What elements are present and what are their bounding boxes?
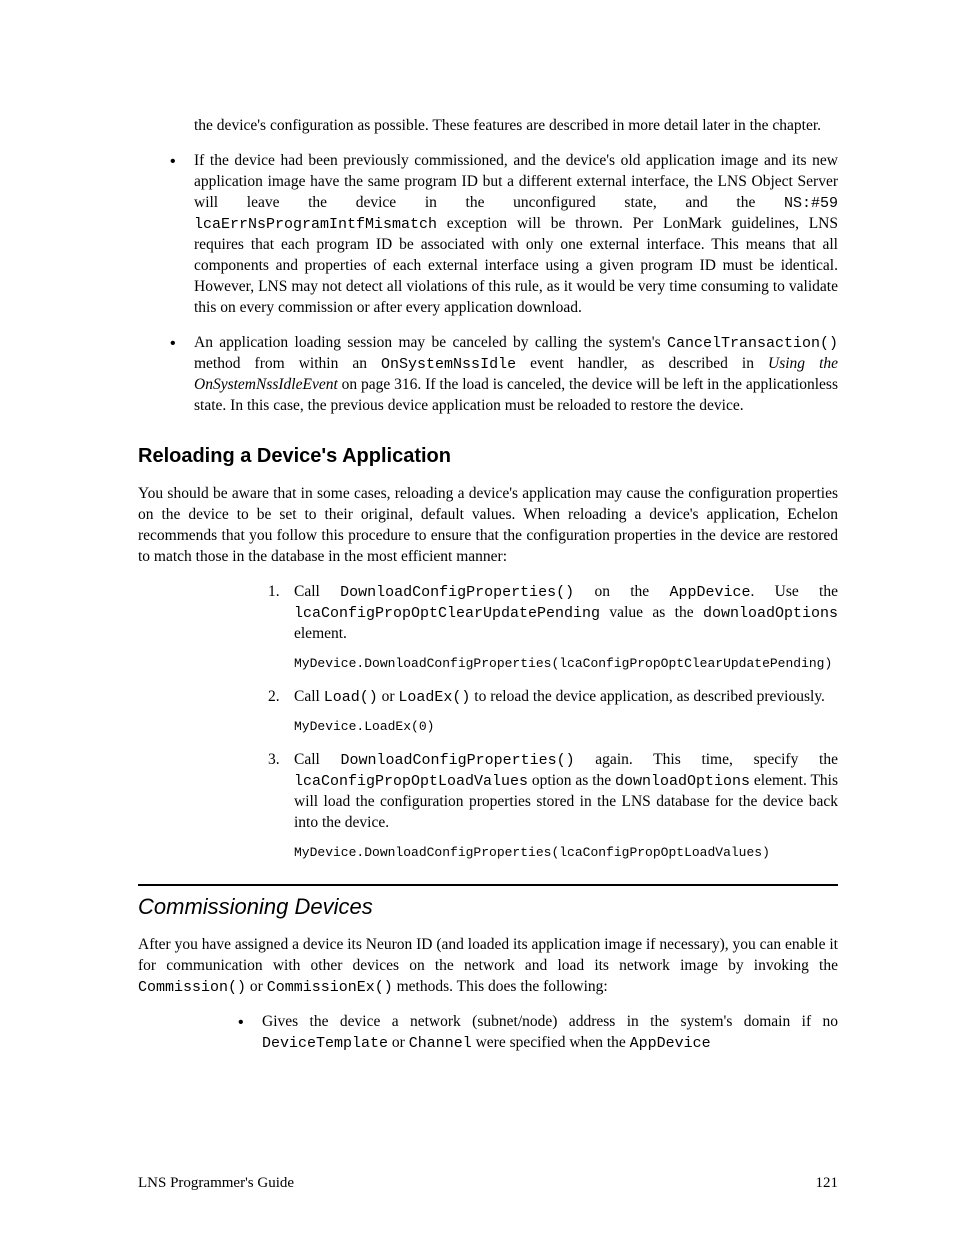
code: CancelTransaction() bbox=[667, 335, 838, 352]
footer: LNS Programmer's Guide 121 bbox=[138, 1173, 838, 1193]
step-1: 1. Call DownloadConfigProperties() on th… bbox=[268, 582, 838, 673]
text: again. This time, specify the bbox=[575, 751, 838, 768]
code: Commission() bbox=[138, 979, 246, 996]
code-line: MyDevice.DownloadConfigProperties(lcaCon… bbox=[294, 844, 838, 862]
code: CommissionEx() bbox=[267, 979, 393, 996]
text: to reload the device application, as des… bbox=[470, 688, 825, 705]
paragraph: After you have assigned a device its Neu… bbox=[138, 935, 838, 998]
text: the device's configuration as possible. … bbox=[194, 117, 821, 134]
page: • the device's configuration as possible… bbox=[0, 0, 954, 1235]
text: on the bbox=[574, 583, 669, 600]
bullet-list-inner: Gives the device a network (subnet/node)… bbox=[226, 1012, 838, 1054]
text: Call bbox=[294, 751, 341, 768]
text: methods. This does the following: bbox=[393, 978, 608, 995]
paragraph: You should be aware that in some cases, … bbox=[138, 484, 838, 568]
code: LoadEx() bbox=[398, 689, 470, 706]
text: method from within an bbox=[194, 355, 381, 372]
footer-title: LNS Programmer's Guide bbox=[138, 1173, 294, 1193]
bullet-item: If the device had been previously commis… bbox=[138, 151, 838, 319]
code: downloadOptions bbox=[615, 773, 750, 790]
code: lcaConfigPropOptClearUpdatePending bbox=[294, 605, 600, 622]
heading-reloading: Reloading a Device's Application bbox=[138, 443, 838, 470]
code-line: MyDevice.LoadEx(0) bbox=[294, 718, 838, 736]
step-number: 3. bbox=[268, 750, 280, 771]
continuation-line: • the device's configuration as possible… bbox=[138, 116, 838, 137]
code: downloadOptions bbox=[703, 605, 838, 622]
text: After you have assigned a device its Neu… bbox=[138, 936, 838, 974]
inner-bullet-wrap: Gives the device a network (subnet/node)… bbox=[226, 1012, 838, 1054]
text: option as the bbox=[528, 772, 615, 789]
text: Call bbox=[294, 583, 340, 600]
code: AppDevice bbox=[630, 1035, 711, 1052]
text: Call bbox=[294, 688, 324, 705]
content: • the device's configuration as possible… bbox=[138, 116, 838, 1055]
code: DeviceTemplate bbox=[262, 1035, 388, 1052]
text: element. bbox=[294, 625, 347, 642]
separator bbox=[138, 884, 838, 886]
bullet-list-top: • the device's configuration as possible… bbox=[138, 116, 838, 417]
text: Gives the device a network (subnet/node)… bbox=[262, 1013, 838, 1030]
text: or bbox=[246, 978, 267, 995]
text: were specified when the bbox=[472, 1034, 630, 1051]
code: DownloadConfigProperties() bbox=[340, 584, 574, 601]
bullet-item: An application loading session may be ca… bbox=[138, 333, 838, 417]
step-2: 2. Call Load() or LoadEx() to reload the… bbox=[268, 687, 838, 736]
code: Load() bbox=[324, 689, 378, 706]
heading-commissioning: Commissioning Devices bbox=[138, 892, 838, 922]
text: If the device had been previously commis… bbox=[194, 152, 838, 211]
step-number: 1. bbox=[268, 582, 280, 603]
code: lcaConfigPropOptLoadValues bbox=[294, 773, 528, 790]
page-number: 121 bbox=[816, 1173, 839, 1193]
step-3: 3. Call DownloadConfigProperties() again… bbox=[268, 750, 838, 862]
code: OnSystemNssIdle bbox=[381, 356, 516, 373]
numbered-list: 1. Call DownloadConfigProperties() on th… bbox=[268, 582, 838, 862]
text: An application loading session may be ca… bbox=[194, 334, 667, 351]
code: DownloadConfigProperties() bbox=[341, 752, 575, 769]
step-number: 2. bbox=[268, 687, 280, 708]
text: or bbox=[388, 1034, 409, 1051]
text: or bbox=[378, 688, 399, 705]
text: event handler, as described in bbox=[516, 355, 768, 372]
text: . Use the bbox=[751, 583, 839, 600]
code-line: MyDevice.DownloadConfigProperties(lcaCon… bbox=[294, 655, 838, 673]
text: value as the bbox=[600, 604, 703, 621]
code: AppDevice bbox=[669, 584, 750, 601]
bullet-item: Gives the device a network (subnet/node)… bbox=[226, 1012, 838, 1054]
code: Channel bbox=[409, 1035, 472, 1052]
